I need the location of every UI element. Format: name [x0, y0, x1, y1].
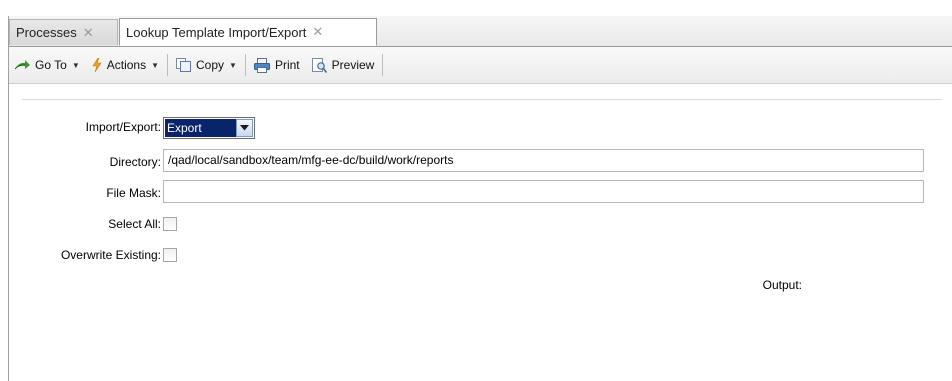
- print-button[interactable]: Print: [248, 53, 306, 77]
- preview-button[interactable]: Preview: [306, 53, 381, 77]
- copy-button[interactable]: Copy ▼: [170, 53, 243, 77]
- actions-button[interactable]: Actions ▼: [86, 53, 165, 77]
- overwrite-existing-label: Overwrite Existing:: [60, 248, 161, 262]
- preview-label: Preview: [331, 58, 375, 72]
- toolbar: Go To ▼ Actions ▼ Copy ▼ Print Preview: [9, 47, 952, 84]
- go-to-button[interactable]: Go To ▼: [9, 53, 86, 77]
- toolbar-separator: [244, 54, 246, 76]
- import-export-value: Export: [165, 119, 236, 137]
- close-icon[interactable]: ✕: [312, 24, 323, 40]
- close-icon[interactable]: ✕: [83, 25, 94, 41]
- select-all-label: Select All:: [108, 217, 161, 231]
- select-all-checkbox[interactable]: [163, 217, 177, 231]
- header-divider: [22, 99, 942, 100]
- dropdown-button[interactable]: [236, 119, 253, 137]
- tab-lookup-label: Lookup Template Import/Export: [126, 24, 307, 40]
- file-mask-field[interactable]: [163, 180, 924, 203]
- preview-icon: [311, 57, 327, 73]
- toolbar-separator: [382, 54, 384, 76]
- import-export-select[interactable]: Export: [163, 117, 255, 139]
- file-mask-label: File Mask:: [106, 186, 161, 200]
- chevron-down-icon: ▼: [151, 60, 160, 70]
- tab-processes[interactable]: Processes ✕: [9, 19, 118, 45]
- output-label: Output:: [762, 278, 802, 292]
- chevron-down-icon: ▼: [229, 60, 237, 70]
- go-to-label: Go To: [35, 58, 67, 72]
- chevron-down-icon: ▼: [71, 60, 80, 70]
- lightning-icon: [92, 58, 102, 72]
- actions-label: Actions: [106, 58, 147, 72]
- print-label: Print: [274, 58, 300, 72]
- toolbar-separator: [167, 54, 169, 76]
- go-to-arrow-icon: [15, 60, 30, 70]
- copy-label: Copy: [196, 58, 225, 72]
- tab-lookup-template-import-export[interactable]: Lookup Template Import/Export ✕: [119, 18, 377, 46]
- overwrite-existing-checkbox[interactable]: [163, 248, 177, 262]
- printer-icon: [253, 57, 270, 73]
- directory-label: Directory:: [109, 155, 161, 169]
- copy-icon: [176, 58, 192, 72]
- directory-field[interactable]: /qad/local/sandbox/team/mfg-ee-dc/build/…: [163, 149, 924, 172]
- tab-bar: Processes ✕ Lookup Template Import/Expor…: [9, 16, 952, 47]
- import-export-label: Import/Export:: [85, 120, 161, 134]
- dropdown-arrow-icon: [240, 125, 249, 131]
- tab-processes-label: Processes: [16, 25, 77, 40]
